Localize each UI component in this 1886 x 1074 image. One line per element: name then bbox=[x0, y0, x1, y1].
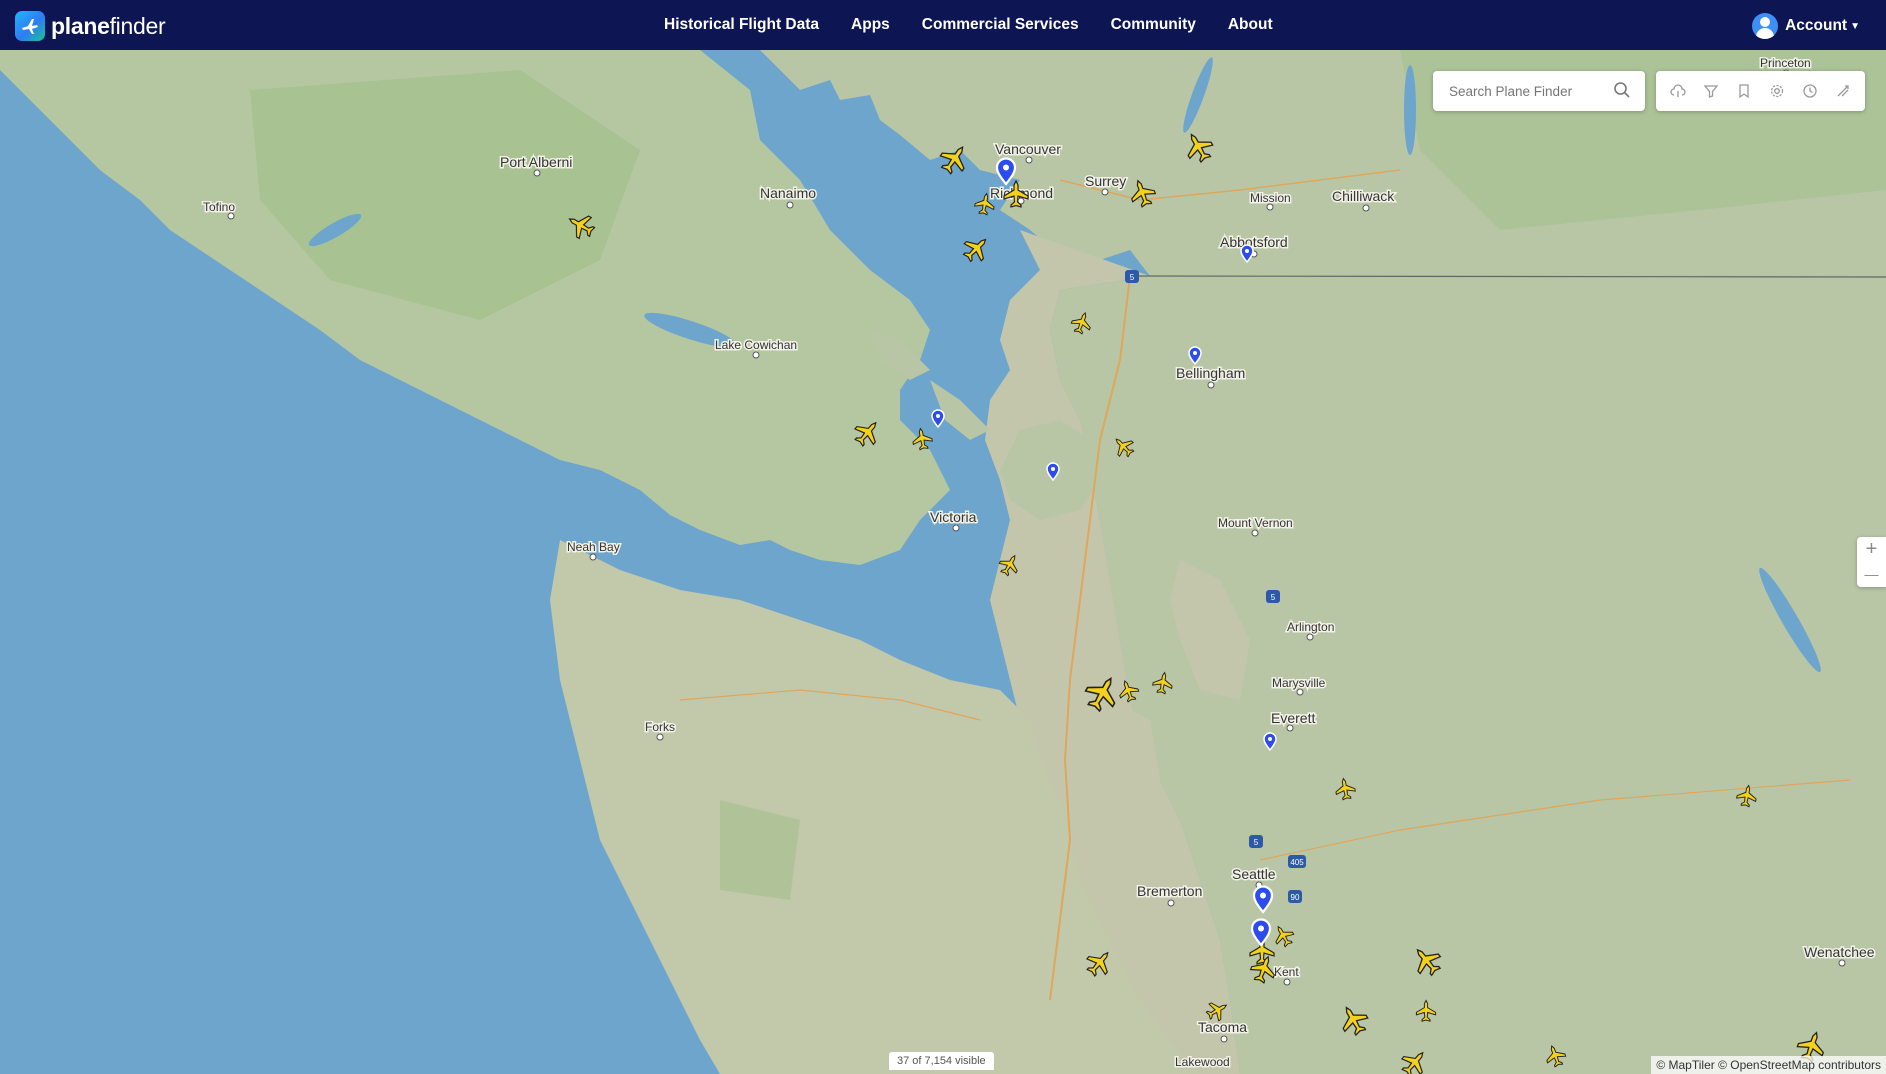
flight-map[interactable]: Vancouver Richmond Surrey Chilliwack Mis… bbox=[0, 50, 1886, 1074]
nav-community[interactable]: Community bbox=[1111, 16, 1196, 34]
place-label: Arlington bbox=[1287, 620, 1334, 634]
place-label: Seattle bbox=[1232, 866, 1276, 882]
highway-shield: 5 bbox=[1271, 593, 1276, 602]
zoom-out-button[interactable]: — bbox=[1857, 562, 1886, 587]
place-label: Mission bbox=[1250, 191, 1291, 205]
nav-apps[interactable]: Apps bbox=[851, 16, 890, 34]
place-label: Lakewood bbox=[1175, 1055, 1230, 1069]
nav-commercial-services[interactable]: Commercial Services bbox=[922, 16, 1079, 34]
account-menu[interactable]: Account ▼ bbox=[1752, 13, 1860, 39]
top-nav-bar: planefinder Historical Flight Data Apps … bbox=[0, 0, 1886, 50]
place-label: Lake Cowichan bbox=[715, 338, 797, 352]
place-label: Vancouver bbox=[995, 141, 1061, 157]
bookmark-icon[interactable] bbox=[1733, 80, 1755, 102]
search-box bbox=[1433, 71, 1645, 111]
broadcast-icon[interactable] bbox=[1832, 80, 1854, 102]
place-label: Tofino bbox=[203, 200, 235, 214]
nav-historical-flight-data[interactable]: Historical Flight Data bbox=[664, 16, 819, 34]
visible-aircraft-count: 37 of 7,154 visible bbox=[889, 1052, 994, 1070]
place-label: Port Alberni bbox=[500, 154, 572, 170]
highway-shield: 90 bbox=[1291, 893, 1300, 902]
place-label: Mount Vernon bbox=[1218, 516, 1293, 530]
search-icon[interactable] bbox=[1613, 81, 1631, 99]
map-toolbar bbox=[1656, 71, 1865, 111]
highway-shield: 5 bbox=[1254, 838, 1259, 847]
user-avatar-icon bbox=[1752, 13, 1779, 39]
plane-logo-icon bbox=[15, 11, 45, 41]
main-nav: Historical Flight Data Apps Commercial S… bbox=[664, 0, 1305, 50]
place-label: Everett bbox=[1271, 710, 1315, 726]
cloud-icon[interactable] bbox=[1667, 80, 1689, 102]
planefinder-logo[interactable]: planefinder bbox=[15, 11, 166, 41]
place-label: Bremerton bbox=[1137, 883, 1202, 899]
highway-shield: 5 bbox=[1130, 273, 1135, 282]
history-icon[interactable] bbox=[1799, 80, 1821, 102]
search-input[interactable] bbox=[1447, 71, 1611, 111]
zoom-in-button[interactable]: + bbox=[1857, 537, 1886, 562]
place-label: Marysville bbox=[1272, 676, 1326, 690]
place-label: Nanaimo bbox=[760, 185, 816, 201]
brand-name: planefinder bbox=[51, 12, 166, 39]
place-label: Tacoma bbox=[1198, 1019, 1247, 1035]
place-label: Abbotsford bbox=[1220, 234, 1288, 250]
zoom-control: + — bbox=[1857, 537, 1886, 587]
place-label: Chilliwack bbox=[1332, 188, 1395, 204]
filter-icon[interactable] bbox=[1700, 80, 1722, 102]
place-label: Kent bbox=[1274, 965, 1299, 979]
place-label: Wenatchee bbox=[1804, 944, 1875, 960]
account-label: Account bbox=[1785, 17, 1848, 34]
highway-shield: 405 bbox=[1290, 858, 1304, 867]
place-label: Neah Bay bbox=[567, 540, 620, 554]
place-label: Bellingham bbox=[1176, 365, 1245, 381]
nav-about[interactable]: About bbox=[1228, 16, 1273, 34]
map-attribution[interactable]: © MapTiler © OpenStreetMap contributors bbox=[1651, 1056, 1886, 1074]
place-label: Victoria bbox=[930, 509, 977, 525]
place-label: Surrey bbox=[1085, 173, 1126, 189]
place-label: Princeton bbox=[1760, 56, 1811, 70]
place-label: Forks bbox=[645, 720, 675, 734]
settings-icon[interactable] bbox=[1766, 80, 1788, 102]
chevron-down-icon: ▼ bbox=[1850, 20, 1860, 32]
